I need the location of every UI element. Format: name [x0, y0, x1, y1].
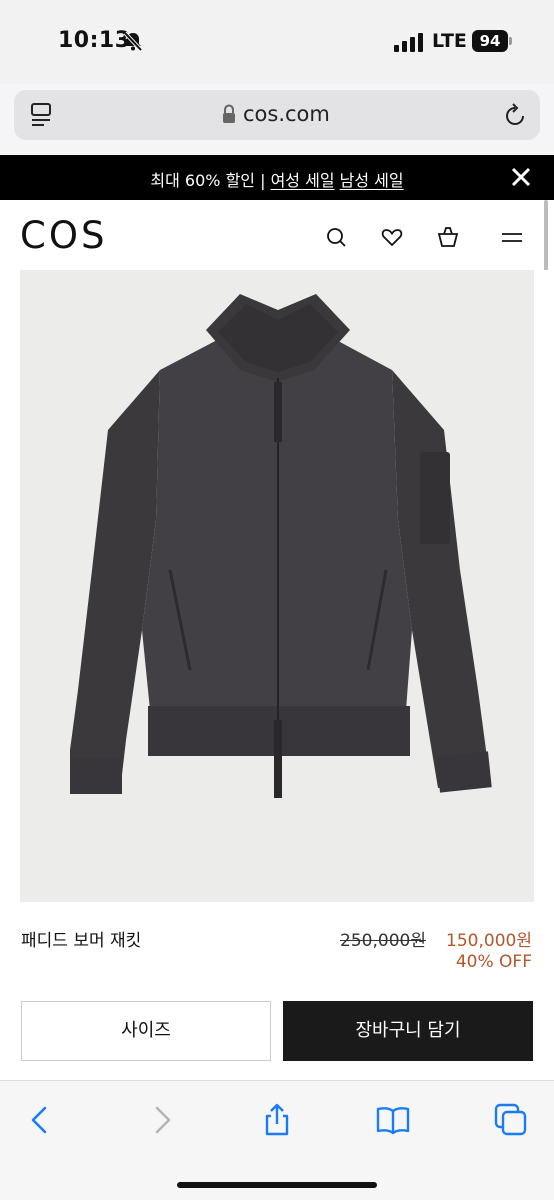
back-icon[interactable] — [24, 1103, 58, 1137]
reload-icon[interactable] — [502, 101, 528, 129]
tabs-icon[interactable] — [494, 1103, 528, 1137]
cos-logo[interactable]: COS — [20, 214, 107, 257]
status-bar: 10:13 LTE 94 — [0, 0, 554, 84]
men-sale-link[interactable]: 남성 세일 — [340, 171, 404, 190]
silent-bell-icon — [123, 31, 143, 52]
home-indicator[interactable] — [177, 1182, 377, 1188]
product-page: 패디드 보머 재킷 250,000원 150,000원 40% OFF 사이즈 … — [0, 270, 554, 1080]
promo-banner: 최대 60% 할인 | 여성 세일 남성 세일 — [0, 155, 554, 200]
heart-icon[interactable] — [380, 225, 404, 249]
network-label: LTE — [432, 30, 467, 52]
battery-tip — [509, 37, 512, 45]
jacket-illustration — [70, 294, 492, 798]
women-sale-link[interactable]: 여성 세일 — [271, 171, 335, 190]
menu-icon[interactable] — [500, 225, 524, 249]
close-icon[interactable] — [510, 166, 532, 188]
bookmarks-icon[interactable] — [376, 1103, 410, 1137]
forward-icon[interactable] — [144, 1103, 178, 1137]
signal-icon — [394, 33, 423, 52]
original-price: 250,000원 — [340, 931, 426, 951]
address-bar[interactable]: cos.com — [14, 90, 540, 140]
add-to-cart-button[interactable]: 장바구니 담기 — [283, 1001, 533, 1061]
search-icon[interactable] — [324, 225, 348, 249]
product-name: 패디드 보머 재킷 — [21, 931, 142, 951]
status-time: 10:13 — [58, 28, 131, 53]
discount-badge: 40% OFF — [455, 952, 532, 972]
sale-price: 150,000원 — [446, 931, 532, 951]
site-header: COS — [0, 200, 554, 270]
share-icon[interactable] — [260, 1103, 294, 1137]
battery-indicator: 94 — [472, 30, 508, 52]
bag-icon[interactable] — [436, 225, 460, 249]
product-image[interactable] — [20, 270, 534, 902]
size-button[interactable]: 사이즈 — [21, 1001, 271, 1061]
lock-icon — [223, 104, 235, 123]
promo-text: 최대 60% 할인 | — [150, 171, 271, 190]
promo-message: 최대 60% 할인 | 여성 세일 남성 세일 — [0, 167, 554, 191]
page-menu-icon[interactable] — [30, 102, 54, 128]
url-domain: cos.com — [243, 102, 330, 126]
